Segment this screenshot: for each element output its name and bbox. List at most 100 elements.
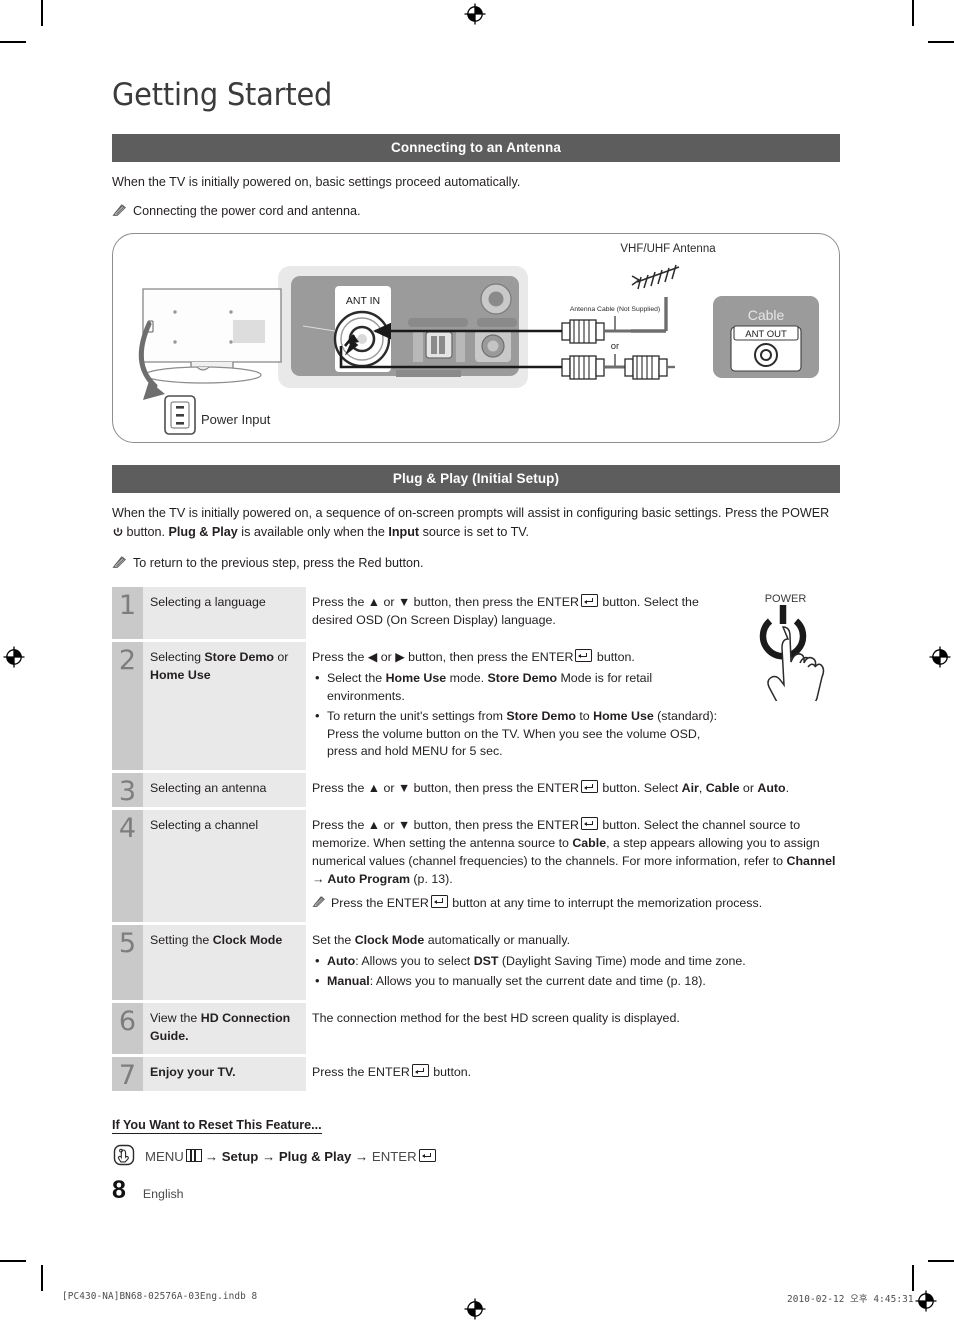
label-antenna-cable: Antenna Cable (Not Supplied) (570, 306, 660, 313)
step-title-part: Selecting (150, 650, 205, 665)
step-number: 1 (118, 590, 137, 622)
step-title: Selecting a channel (143, 810, 306, 844)
label-ant-in: ANT IN (346, 295, 380, 307)
bullet-part: : Allows you to select (355, 954, 474, 969)
step-title: View the HD Connection Guide. (143, 1003, 306, 1054)
step-title: Selecting a language (143, 587, 306, 621)
step-number: 2 (118, 645, 137, 677)
bullet-part-bold: Store Demo (506, 708, 576, 723)
step-description: Press the ENTER button. (306, 1057, 840, 1091)
bullet-part: Select the (327, 671, 386, 685)
enter-icon (575, 649, 593, 663)
reset-heading: If You Want to Reset This Feature... (112, 1118, 322, 1135)
connector-bottom-left (561, 354, 605, 380)
step-desc-cell: The connection method for the best HD sc… (306, 1003, 840, 1055)
step-title: Selecting an antenna (143, 773, 306, 807)
step-number: 7 (118, 1060, 137, 1092)
label-ant-out: ANT OUT (745, 329, 787, 340)
pencil-icon (312, 895, 326, 914)
step-number: 4 (118, 813, 137, 845)
step-number: 6 (118, 1006, 137, 1038)
step-desc-cell: Set the Clock Mode automatically or manu… (306, 925, 840, 1001)
desc-part-bold: Clock Mode (354, 933, 425, 948)
step-title-cell: Selecting a language (143, 587, 306, 640)
step-title-part: View the (150, 1011, 201, 1026)
subnote-tail: button at any time to interrupt the memo… (448, 895, 763, 910)
step-desc-cell: Press the ▲ or ▼ button, then press the … (306, 587, 731, 640)
enter-icon (580, 780, 598, 794)
plugplay-bold-plugplay: Plug & Play (168, 525, 238, 540)
enter-icon (411, 1064, 429, 1078)
page-number: 8 (112, 1176, 126, 1204)
step-title-part-bold: Enjoy your TV. (150, 1065, 236, 1080)
page-footer: 8 English (112, 1178, 184, 1203)
print-footer-left: [PC430-NA]BN68-02576A-03Eng.indb 8 (62, 1291, 258, 1302)
label-cable: Cable (748, 307, 785, 323)
step-desc-lead: Press the ◀ or ▶ button, then press the … (312, 650, 574, 665)
plug-play-steps-table: 1 Selecting a language Press the ▲ or ▼ … (112, 587, 840, 1092)
crop-mark-bl-h (0, 1260, 26, 1262)
antenna-intro-text: When the TV is initially powered on, bas… (112, 175, 521, 190)
desc-part: button. (429, 1065, 472, 1080)
desc-part-bold: Cable (705, 781, 740, 796)
list-item: Select the Home Use mode. Store Demo Mod… (312, 669, 727, 706)
step-title-part: or (273, 650, 289, 665)
step-description: Set the Clock Mode automatically or manu… (306, 925, 840, 1000)
plugplay-intro-d: source is set to TV. (419, 525, 530, 540)
pencil-icon (112, 203, 127, 223)
crop-mark-tl-h (0, 41, 26, 43)
desc-part: , (698, 781, 706, 796)
power-figure-cell: POWER (731, 587, 840, 771)
plugplay-intro-b: button. (123, 525, 169, 540)
label-power-input: Power Input (201, 412, 271, 427)
reset-path-text: MENU → Setup → Plug & Play → ENTER (145, 1149, 437, 1164)
table-row: 7 Enjoy your TV. Press the ENTER button. (112, 1057, 840, 1092)
bullet-part: To return the unit's settings from (327, 708, 507, 723)
section-header-plug-play: Plug & Play (Initial Setup) (112, 464, 840, 493)
step-title: Setting the Clock Mode (143, 925, 306, 959)
table-row: 1 Selecting a language Press the ▲ or ▼ … (112, 587, 840, 771)
step-desc-cell: Press the ENTER button. (306, 1057, 840, 1092)
list-item: Manual: Allows you to manually set the c… (312, 972, 836, 991)
bullet-part-bold: DST (473, 954, 499, 969)
table-row: 4 Selecting a channel Press the ▲ or ▼ b… (112, 810, 840, 923)
section-header-antenna: Connecting to an Antenna (112, 134, 840, 163)
desc-part-bold: Cable (572, 836, 607, 851)
reset-path-steps: → Setup → Plug & Play → (204, 1149, 372, 1165)
table-row: 2 Selecting Store Demo or Home Use Press… (112, 642, 840, 771)
step-number-cell: 7 (112, 1057, 143, 1092)
enter-icon (430, 894, 448, 908)
step-subnote: Press the ENTER button at any time to in… (312, 894, 836, 914)
step-number-cell: 6 (112, 1003, 143, 1055)
step-number-cell: 5 (112, 925, 143, 1001)
label-or: or (611, 341, 619, 352)
step-title: Selecting Store Demo or Home Use (143, 642, 306, 693)
enter-icon (418, 1149, 436, 1163)
step-title-text: Selecting an antenna (150, 781, 267, 796)
step-title-cell: Selecting an antenna (143, 773, 306, 808)
step-title-part-bold: Home Use (150, 667, 211, 682)
step-description: Press the ▲ or ▼ button, then press the … (306, 773, 840, 807)
step-title-text: Selecting a channel (150, 818, 259, 833)
step-desc-lead: Press the ▲ or ▼ button, then press the … (312, 781, 579, 796)
list-item: To return the unit's settings from Store… (312, 707, 727, 762)
menu-icon (185, 1149, 202, 1163)
bullet-part: mode. (446, 671, 488, 685)
step-title-part-bold: Clock Mode (212, 933, 283, 948)
bullet-part: : Allows you to manually set the current… (369, 974, 706, 989)
crop-mark-br-h (928, 1260, 954, 1262)
bullet-part: (Daylight Saving Time) mode and time zon… (498, 954, 746, 969)
reset-feature-section: If You Want to Reset This Feature... MEN… (112, 1116, 840, 1170)
step-bullet-list: Select the Home Use mode. Store Demo Mod… (312, 669, 727, 762)
table-row: 6 View the HD Connection Guide. The conn… (112, 1003, 840, 1055)
list-item: Auto: Allows you to select DST (Daylight… (312, 952, 836, 971)
registration-mark-top (464, 3, 486, 25)
crop-mark-br-v (912, 1265, 914, 1291)
antenna-connection-diagram: ANT IN Power Input VHF/UHF Antenna Anten… (112, 232, 840, 443)
plugplay-intro-a: When the TV is initially powered on, a s… (112, 505, 830, 520)
enter-icon (580, 817, 598, 831)
antenna-note: Connecting the power cord and antenna. (112, 202, 840, 223)
desc-part-bold: Auto (757, 781, 786, 796)
page-content: Getting Started Connecting to an Antenna… (112, 78, 840, 1170)
power-hand-illustration (759, 605, 824, 712)
